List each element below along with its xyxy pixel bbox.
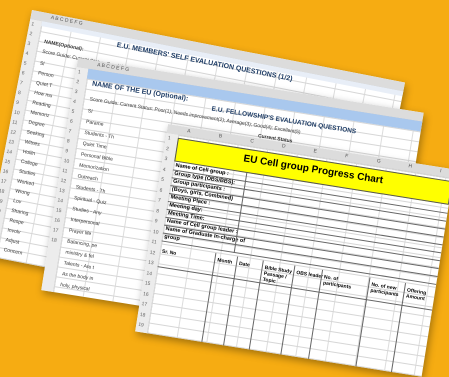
row-number: 1 — [167, 135, 172, 142]
row-number: 9 — [154, 218, 158, 225]
row-number: 2 — [165, 145, 170, 152]
row-number: 13 — [58, 187, 65, 195]
row-number: 17 — [0, 178, 7, 186]
row-number: 6 — [69, 118, 74, 125]
row-number: 13 — [147, 259, 155, 267]
row-number: 10 — [152, 228, 159, 236]
row-number: 3 — [164, 155, 168, 163]
column-letter: I — [439, 168, 442, 175]
row-number: 7 — [67, 128, 72, 135]
row-number: 18 — [50, 237, 58, 244]
row-number: 12 — [9, 129, 17, 137]
row-number: 5 — [160, 176, 165, 184]
row-number: 9 — [64, 148, 69, 155]
row-number: 20 — [0, 208, 1, 215]
column-letter: B — [218, 133, 223, 140]
row-number: 2 — [28, 30, 33, 38]
row-number: 4 — [162, 166, 167, 173]
spreadsheet-cell-group-progress-chart: ABCDEFGHI 1 2 3 4 5 6 7 8 9 10 11 12 13 14 15 16 17 18 19 … — [135, 124, 449, 377]
row-number: 11 — [11, 119, 18, 127]
row-number: 7 — [19, 80, 24, 87]
row-number: 12 — [60, 177, 67, 185]
row-number: 6 — [21, 70, 26, 77]
column-letter: A — [186, 128, 191, 135]
row-number: 11 — [150, 238, 157, 246]
row-number: 17 — [52, 227, 59, 235]
row-number: 6 — [159, 187, 163, 194]
row-number: 15 — [55, 207, 62, 215]
row-number: 9 — [15, 99, 20, 107]
row-number: 4 — [24, 50, 29, 58]
row-number: 19 — [137, 321, 145, 329]
row-number: 19 — [0, 197, 3, 205]
row-number: 17 — [141, 301, 148, 308]
column-letter: C — [249, 138, 255, 145]
column-letter: D — [281, 143, 286, 150]
row-number: 15 — [144, 280, 151, 288]
row-number: 14 — [145, 269, 153, 277]
row-number: 15 — [4, 158, 11, 166]
column-letter: F — [344, 153, 349, 160]
row-number: 5 — [23, 60, 27, 67]
column-letter: E — [313, 148, 318, 155]
row-number: 14 — [56, 197, 64, 205]
row-number: 16 — [142, 290, 150, 298]
column-letter: G — [376, 158, 382, 165]
row-number: 8 — [155, 207, 160, 215]
row-label: SI — [87, 108, 93, 115]
row-number: 18 — [139, 311, 146, 319]
row-number: 12 — [149, 249, 156, 257]
row-label: Lov — [12, 197, 22, 206]
row-number: 16 — [2, 168, 9, 176]
row-number: 10 — [63, 158, 70, 165]
row-number: 4 — [72, 98, 77, 106]
row-number: 8 — [17, 89, 22, 97]
row-number: 3 — [74, 88, 78, 96]
row-number: 11 — [61, 167, 68, 175]
row-number: 13 — [7, 138, 15, 146]
row-number: 18 — [0, 188, 5, 196]
row-number: 5 — [71, 108, 75, 116]
row-number: 2 — [75, 79, 80, 86]
row-number: 1 — [30, 21, 35, 28]
row-number: 16 — [53, 217, 61, 225]
row-number: 8 — [66, 138, 71, 145]
row-number: 10 — [13, 109, 21, 117]
row-number: 7 — [157, 197, 162, 204]
row-number: 3 — [26, 40, 31, 48]
row-number: 1 — [77, 69, 82, 76]
column-letter: H — [407, 163, 413, 170]
row-number: 14 — [5, 148, 13, 156]
